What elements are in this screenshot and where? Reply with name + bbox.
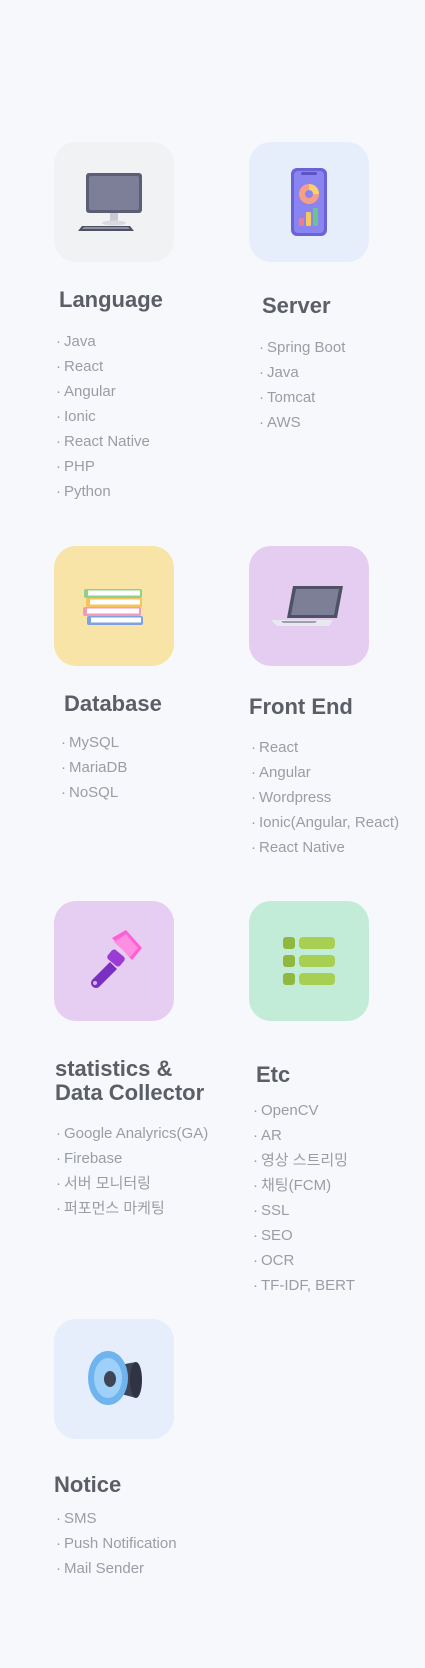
section-title: Etc (256, 1062, 291, 1087)
phone-chart-icon (289, 166, 329, 238)
server-list: Spring Boot Java Tomcat AWS (259, 335, 345, 435)
list-item: Angular (56, 379, 150, 404)
frontend-tile (249, 546, 369, 666)
list-item: Firebase (56, 1146, 208, 1171)
list-item: 퍼포먼스 마케팅 (56, 1196, 208, 1221)
list-item: Python (56, 479, 150, 504)
frontend-list: React Angular Wordpress Ionic(Angular, R… (251, 735, 399, 860)
section-title: Language (59, 287, 163, 312)
list-item: SMS (56, 1506, 177, 1531)
language-tile (54, 142, 174, 262)
section-title: Front End (249, 694, 353, 719)
list-item: Google Analyrics(GA) (56, 1121, 208, 1146)
list-item: Spring Boot (259, 335, 345, 360)
speaker-icon (84, 1348, 144, 1410)
list-item: Ionic (56, 404, 150, 429)
notice-tile (54, 1319, 174, 1439)
list-item: 채팅(FCM) (253, 1173, 355, 1198)
section-title-line: Data Collector (55, 1080, 205, 1105)
paint-brush-icon (84, 930, 144, 992)
statistics-tile (54, 901, 174, 1021)
list-item: AR (253, 1123, 355, 1148)
book-stack-icon (81, 584, 147, 628)
etc-tile (249, 901, 369, 1021)
list-item: TF-IDF, BERT (253, 1273, 355, 1298)
list-item: 서버 모니터링 (56, 1171, 208, 1196)
list-item: Angular (251, 760, 399, 785)
list-item: PHP (56, 454, 150, 479)
list-item: SEO (253, 1223, 355, 1248)
list-item: Ionic(Angular, React) (251, 810, 399, 835)
list-item: Wordpress (251, 785, 399, 810)
database-list: MySQL MariaDB NoSQL (61, 730, 127, 805)
database-tile (54, 546, 174, 666)
section-title: Notice (54, 1472, 122, 1497)
server-tile (249, 142, 369, 262)
list-item: MariaDB (61, 755, 127, 780)
section-title: Database (64, 691, 162, 716)
list-item: OCR (253, 1248, 355, 1273)
language-list: Java React Angular Ionic React Native PH… (56, 329, 150, 504)
notice-list: SMS Push Notification Mail Sender (56, 1506, 177, 1581)
statistics-list: Google Analyrics(GA) Firebase 서버 모니터링 퍼포… (56, 1121, 208, 1221)
list-item: AWS (259, 410, 345, 435)
list-item: React (251, 735, 399, 760)
etc-list: OpenCV AR 영상 스트리밍 채팅(FCM) SSL SEO OCR TF… (253, 1098, 355, 1298)
list-item: React Native (56, 429, 150, 454)
list-item: Mail Sender (56, 1556, 177, 1581)
list-item: React (56, 354, 150, 379)
list-item: OpenCV (253, 1098, 355, 1123)
list-bars-icon (281, 935, 337, 987)
list-item: Java (56, 329, 150, 354)
section-title-line: statistics & (55, 1056, 173, 1081)
list-item: React Native (251, 835, 399, 860)
list-item: 영상 스트리밍 (253, 1148, 355, 1173)
desktop-monitor-icon (78, 169, 150, 235)
list-item: NoSQL (61, 780, 127, 805)
section-title: Server (262, 293, 331, 318)
list-item: Tomcat (259, 385, 345, 410)
list-item: Push Notification (56, 1531, 177, 1556)
section-title: statistics & Data Collector (55, 1057, 204, 1105)
laptop-icon (271, 584, 347, 628)
list-item: SSL (253, 1198, 355, 1223)
list-item: MySQL (61, 730, 127, 755)
list-item: Java (259, 360, 345, 385)
